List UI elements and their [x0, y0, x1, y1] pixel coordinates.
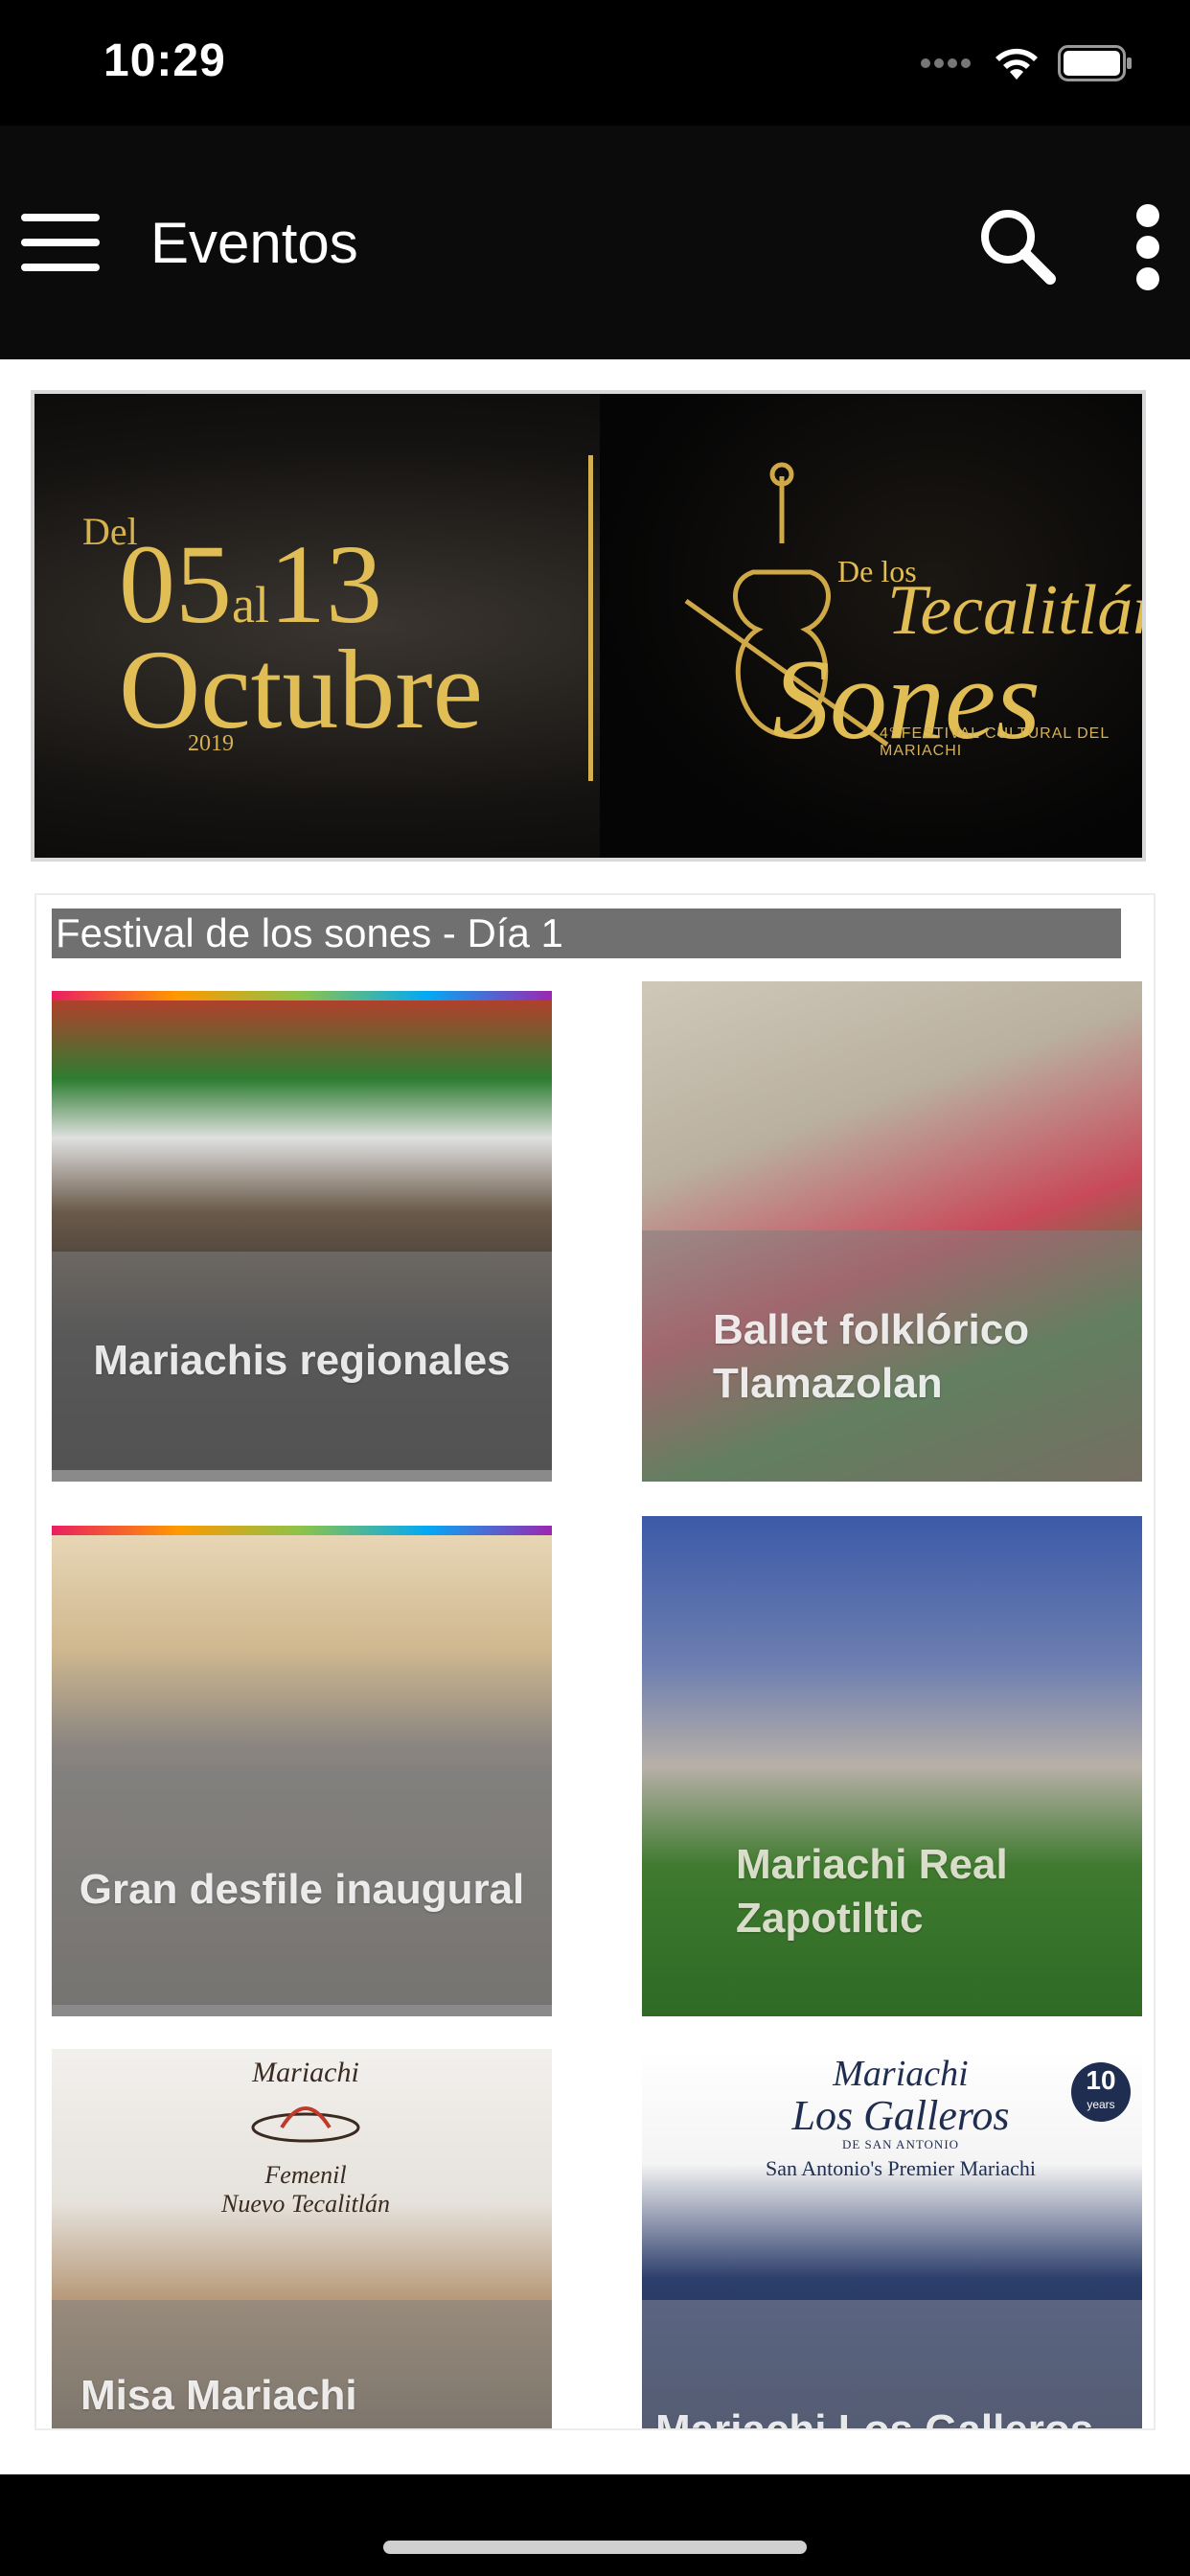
bottom-bar: [0, 2474, 1190, 2576]
home-indicator[interactable]: [383, 2541, 807, 2554]
more-options-button[interactable]: [1129, 204, 1167, 290]
banner-year: 2019: [188, 731, 234, 756]
section-title: Festival de los sones - Día 1: [52, 908, 1121, 958]
status-icons: [920, 44, 1133, 82]
event-tile[interactable]: Mariachi Real Zapotiltic: [642, 1516, 1142, 2016]
event-label: Mariachi Real Zapotiltic: [736, 1841, 1008, 1942]
menu-button[interactable]: [21, 214, 100, 271]
page-title: Eventos: [150, 211, 358, 275]
anniversary-badge: 10 years: [1071, 2062, 1131, 2122]
sombrero-icon: [251, 2106, 360, 2143]
status-time: 10:29: [103, 35, 226, 86]
event-tile[interactable]: Mariachis regionales: [52, 991, 552, 1482]
event-label: Mariachis regionales: [93, 1337, 511, 1384]
signal-icon: [921, 58, 971, 68]
search-button[interactable]: [977, 206, 1058, 287]
search-icon: [981, 210, 1056, 285]
banner-festival: 4° FESTIVAL CULTURAL DEL MARIACHI: [880, 725, 1110, 759]
banner-month: Octubre: [119, 627, 484, 752]
wifi-icon: [995, 48, 1038, 80]
event-label: Gran desfile inaugural: [79, 1866, 525, 1913]
event-tile[interactable]: Gran desfile inaugural: [52, 1526, 552, 2016]
event-tile[interactable]: Ballet folklórico Tlamazolan: [642, 981, 1142, 1482]
banner-divider: [588, 455, 593, 781]
battery-icon: [1058, 45, 1132, 81]
event-label: Ballet folklórico Tlamazolan: [713, 1306, 1030, 1407]
events-card: Festival de los sones - Día 1 Mariachis …: [34, 893, 1156, 2430]
los-galleros-logo: Mariachi Los Galleros DE SAN ANTONIO San…: [766, 2054, 1036, 2180]
event-label: Mariachi Los Galleros: [655, 2406, 1094, 2430]
status-bar: 10:29: [0, 0, 1190, 126]
app-bar: Eventos: [0, 126, 1190, 359]
event-tile[interactable]: Mariachi Femenil Nuevo Tecalitlán Misa M…: [52, 2049, 552, 2428]
mariachi-femenil-logo: Mariachi Femenil Nuevo Tecalitlán: [221, 2057, 390, 2218]
banner-dates: 05al13: [119, 521, 382, 647]
festival-banner[interactable]: Del 05al13 Octubre 2019 De los Tecalitlá…: [31, 390, 1146, 862]
event-tile[interactable]: Mariachi Los Galleros DE SAN ANTONIO San…: [642, 2049, 1142, 2430]
event-label: Misa Mariachi: [80, 2372, 357, 2419]
